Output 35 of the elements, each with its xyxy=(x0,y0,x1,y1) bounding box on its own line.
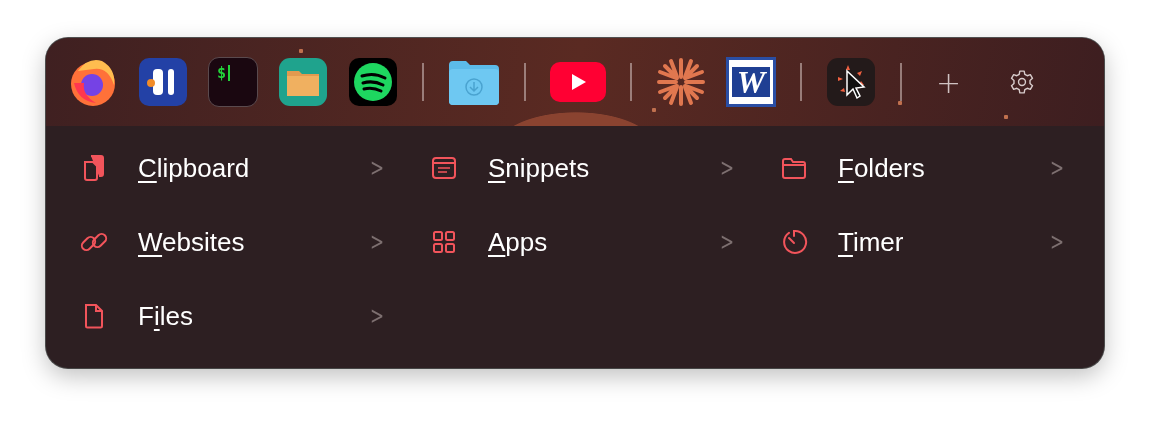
chevron-icon: > xyxy=(1050,228,1064,256)
folder-app-icon[interactable] xyxy=(278,57,328,107)
browser-icon[interactable] xyxy=(68,57,118,107)
music-icon[interactable] xyxy=(348,57,398,107)
menu-item[interactable]: Websites > xyxy=(80,216,430,268)
timer-icon xyxy=(780,228,808,256)
menu-label: Snippets xyxy=(488,152,591,184)
chevron-icon: > xyxy=(370,228,384,256)
chevron-icon: > xyxy=(720,154,734,182)
add-button[interactable]: + xyxy=(932,64,966,100)
cursor-app-icon[interactable] xyxy=(826,57,876,107)
menu-label: Apps xyxy=(488,226,549,258)
menu-label: Clipboard xyxy=(138,152,251,184)
apps-icon xyxy=(430,228,458,256)
play-icon[interactable] xyxy=(550,62,606,102)
starburst-icon[interactable] xyxy=(656,57,706,107)
chevron-icon: > xyxy=(1050,154,1064,182)
chevron-icon: > xyxy=(720,228,734,256)
chevron-icon: > xyxy=(370,302,384,330)
menu-item[interactable]: Clipboard > xyxy=(80,142,430,194)
menu-item[interactable]: Apps > xyxy=(430,216,780,268)
document-app-icon[interactable]: W xyxy=(726,57,776,107)
menu-label: Folders xyxy=(838,152,926,184)
snippets-icon xyxy=(430,154,458,182)
menu-item[interactable]: Snippets > xyxy=(430,142,780,194)
menu-item[interactable]: Folders > xyxy=(780,142,1104,194)
menu-label: Websites xyxy=(138,226,246,258)
menu-item[interactable]: Files > xyxy=(80,290,430,342)
terminal-icon[interactable]: $ xyxy=(208,57,258,107)
chevron-icon: > xyxy=(370,154,384,182)
settings-icon[interactable] xyxy=(1009,69,1036,95)
menu-label: Timer xyxy=(838,226,905,258)
menu-item[interactable]: Timer > xyxy=(780,216,1104,268)
app-icon[interactable] xyxy=(138,57,188,107)
menu-label: Files xyxy=(138,300,194,332)
